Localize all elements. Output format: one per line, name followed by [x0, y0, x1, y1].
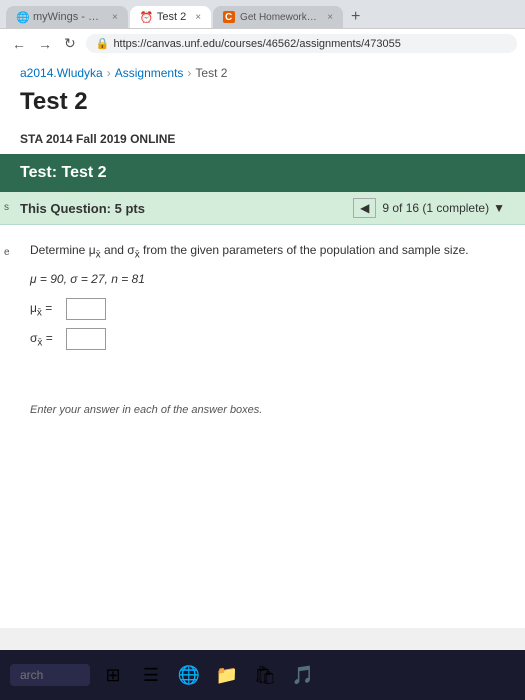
answer-label-mu: μx̄ = — [30, 301, 60, 318]
page-content: a2014.Wludyka › Assignments › Test 2 Tes… — [0, 58, 525, 628]
side-label-s: s — [0, 200, 14, 215]
tab-chegg[interactable]: C Get Homework Help With Che × — [213, 6, 343, 28]
address-bar[interactable]: 🔒 https://canvas.unf.edu/courses/46562/a… — [86, 34, 517, 53]
taskbar-icon-store[interactable]: 🛍 — [250, 660, 280, 690]
side-labels: s e — [0, 200, 14, 260]
tab-close-mywings[interactable]: × — [112, 12, 118, 23]
store-icon: 🛍 — [254, 665, 277, 686]
test-header: Test: Test 2 — [0, 154, 525, 192]
taskbar-icon-files[interactable]: 📁 — [212, 660, 242, 690]
counter-dropdown[interactable]: ▼ — [493, 201, 505, 215]
answer-row-mu: μx̄ = — [30, 298, 495, 320]
counter-text: 9 of 16 (1 complete) — [382, 201, 489, 215]
forward-button[interactable]: → — [34, 33, 56, 54]
taskbar: ⊞ ☰ 🌐 📁 🛍 🎵 — [0, 650, 525, 700]
browser-chrome: 🌐 myWings - UNF × ⏰ Test 2 × C Get Homew… — [0, 0, 525, 58]
taskbar-icon-music[interactable]: 🎵 — [288, 660, 318, 690]
breadcrumb-sep1: › — [107, 66, 111, 80]
side-label-e: e — [0, 245, 14, 260]
tab-label-chegg: Get Homework Help With Che — [240, 12, 318, 23]
course-label: STA 2014 Fall 2019 ONLINE — [0, 128, 525, 154]
answer-row-sigma: σx̄ = — [30, 328, 495, 350]
refresh-button[interactable]: ↻ — [60, 33, 80, 54]
nav-buttons: ← → ↻ — [8, 33, 80, 54]
taskbar-icon-taskview[interactable]: ☰ — [136, 660, 166, 690]
question-text: Determine μx̄ and σx̄ from the given par… — [30, 241, 495, 262]
taskbar-icon-browser[interactable]: 🌐 — [174, 660, 204, 690]
tab-icon-chegg: C — [223, 11, 235, 23]
taskview-icon: ☰ — [143, 665, 159, 686]
tab-close-chegg[interactable]: × — [327, 12, 333, 23]
tab-icon-test2: ⏰ — [140, 11, 152, 23]
answer-label-sigma: σx̄ = — [30, 331, 60, 348]
new-tab-button[interactable]: + — [345, 8, 366, 26]
answer-footer: Enter your answer in each of the answer … — [0, 374, 525, 426]
files-icon: 📁 — [216, 665, 238, 686]
prev-question-button[interactable]: ◀ — [353, 198, 376, 218]
taskbar-search-input[interactable] — [10, 664, 90, 686]
question-points: This Question: 5 pts — [20, 201, 145, 216]
question-nav: ◀ 9 of 16 (1 complete) ▼ — [353, 198, 505, 218]
tab-test2[interactable]: ⏰ Test 2 × — [130, 6, 211, 28]
breadcrumb-assignments[interactable]: Assignments — [115, 66, 184, 80]
breadcrumb: a2014.Wludyka › Assignments › Test 2 — [0, 58, 525, 84]
browser-icon: 🌐 — [178, 665, 200, 686]
tab-close-test2[interactable]: × — [195, 12, 201, 23]
answer-input-sigma[interactable] — [66, 328, 106, 350]
answer-input-mu[interactable] — [66, 298, 106, 320]
breadcrumb-current: Test 2 — [195, 66, 227, 80]
address-bar-row: ← → ↻ 🔒 https://canvas.unf.edu/courses/4… — [0, 28, 525, 58]
windows-icon: ⊞ — [105, 665, 120, 686]
tab-label-test2: Test 2 — [157, 11, 186, 23]
breadcrumb-sep2: › — [187, 66, 191, 80]
tab-icon-mywings: 🌐 — [16, 11, 28, 23]
music-icon: 🎵 — [292, 665, 314, 686]
question-bar: This Question: 5 pts ◀ 9 of 16 (1 comple… — [0, 192, 525, 225]
tab-mywings[interactable]: 🌐 myWings - UNF × — [6, 6, 128, 28]
address-text: https://canvas.unf.edu/courses/46562/ass… — [113, 38, 507, 50]
params-line: μ = 90, σ = 27, n = 81 — [30, 272, 495, 286]
tab-bar: 🌐 myWings - UNF × ⏰ Test 2 × C Get Homew… — [0, 0, 525, 28]
lock-icon: 🔒 — [96, 37, 110, 50]
question-body: Determine μx̄ and σx̄ from the given par… — [0, 225, 525, 374]
breadcrumb-course[interactable]: a2014.Wludyka — [20, 66, 103, 80]
back-button[interactable]: ← — [8, 33, 30, 54]
tab-label-mywings: myWings - UNF — [33, 11, 103, 23]
question-counter: 9 of 16 (1 complete) ▼ — [382, 201, 505, 215]
page-title: Test 2 — [0, 84, 525, 128]
taskbar-icon-windows[interactable]: ⊞ — [98, 660, 128, 690]
